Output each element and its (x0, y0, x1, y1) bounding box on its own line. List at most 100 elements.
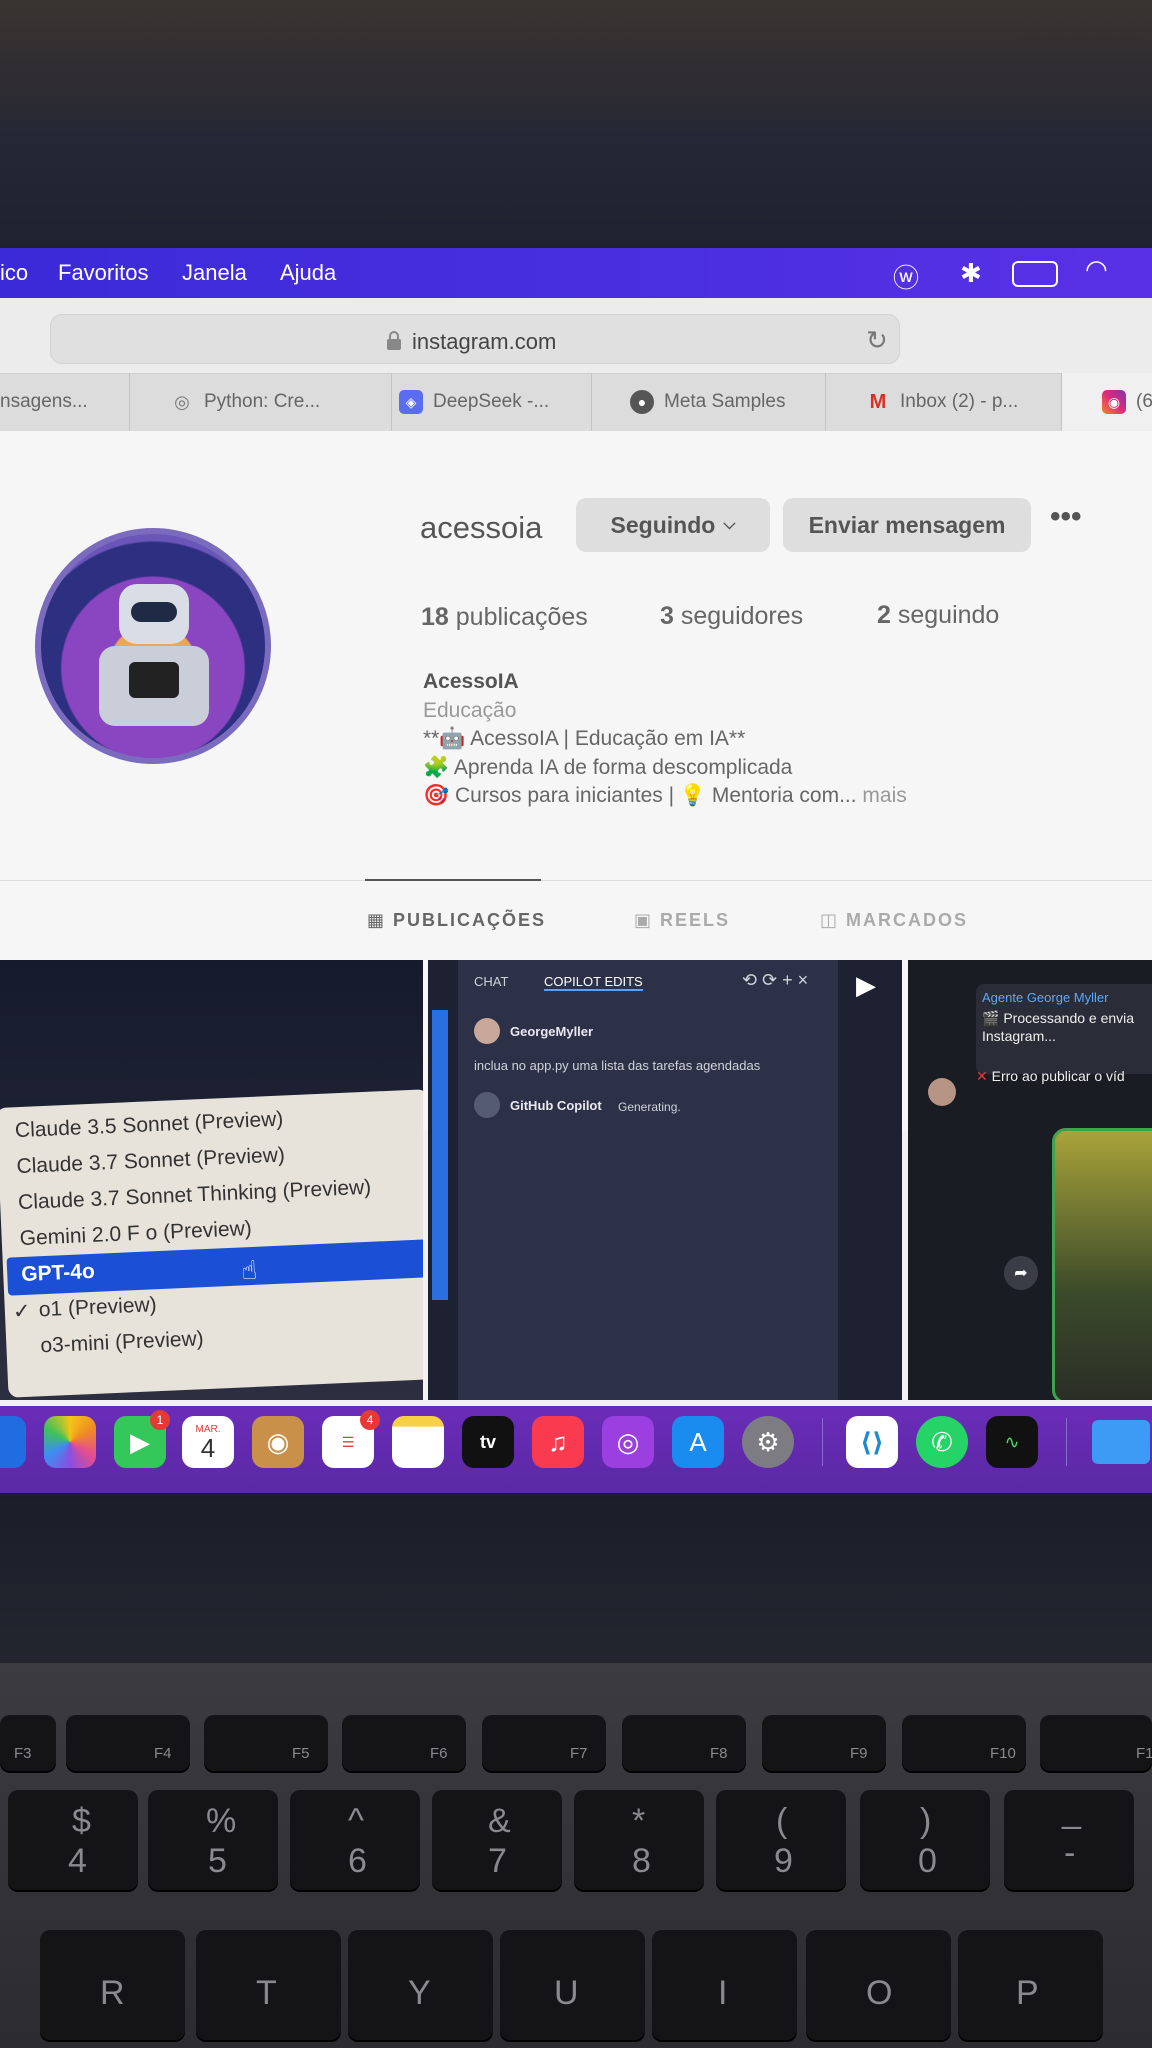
key-legend: 0 (918, 1842, 937, 1880)
key-p[interactable]: P (958, 1930, 1103, 2040)
key-f7[interactable]: F7 (482, 1715, 606, 1771)
key-legend: F6 (430, 1745, 448, 1762)
agent-processing-text-2: Instagram... (982, 1028, 1056, 1044)
folder-icon[interactable] (1092, 1420, 1150, 1464)
key-f4[interactable]: F4 (66, 1715, 190, 1771)
key-legend: Y (408, 1974, 431, 2012)
battery-icon[interactable] (1012, 261, 1058, 287)
tab-mensagens[interactable]: nsagens... (0, 373, 130, 431)
copilot-tab-chat: CHAT (474, 974, 509, 989)
more-options-icon[interactable]: ••• (1050, 500, 1082, 534)
tab-inbox[interactable]: M Inbox (2) - p... (826, 373, 1062, 431)
dock-separator (1066, 1418, 1067, 1466)
dropdown-item-selected: GPT-4o (20, 1259, 96, 1287)
key-0[interactable]: ) 0 (860, 1790, 990, 1890)
vscode-icon[interactable]: ⟨⟩ (846, 1416, 898, 1468)
key-t[interactable]: T (196, 1930, 341, 2040)
key-legend: % (206, 1802, 237, 1840)
post-thumbnail-2[interactable]: CHAT COPILOT EDITS ⟲ ⟳ + × GeorgeMyller … (428, 960, 902, 1400)
facetime-badge: 1 (150, 1410, 170, 1430)
tab-instagram[interactable]: ◉ (6 (1062, 373, 1152, 431)
bio-line-3: 🎯 Cursos para iniciantes | 💡 Mentoria co… (423, 784, 907, 808)
tab-python[interactable]: ◎ Python: Cre... (130, 373, 392, 431)
key-legend: 4 (68, 1842, 87, 1880)
key-f10[interactable]: F10 (902, 1715, 1026, 1771)
tab-marcados[interactable]: ◫ MARCADOS (820, 910, 968, 931)
key-legend: F1 (1136, 1745, 1152, 1762)
settings-icon[interactable]: ⚙ (742, 1416, 794, 1468)
following-button[interactable]: Seguindo ⌵ (576, 498, 770, 552)
send-message-button[interactable]: Enviar mensagem (783, 498, 1031, 552)
key-legend: I (718, 1974, 728, 2012)
menu-item-janela[interactable]: Janela (182, 260, 247, 286)
key-6[interactable]: ^ 6 (290, 1790, 420, 1890)
key-legend: F3 (14, 1745, 32, 1762)
menu-item-favoritos[interactable]: Favoritos (58, 260, 148, 286)
tab-label: Inbox (2) - p... (900, 391, 1019, 412)
tab-deepseek[interactable]: ◈ DeepSeek -... (392, 373, 592, 431)
key-f5[interactable]: F5 (204, 1715, 328, 1771)
key-legend: 6 (348, 1842, 367, 1880)
key-legend: $ (72, 1802, 91, 1840)
macos-menu-bar: ico Favoritos Janela Ajuda ⓦ ✱ ◠ (0, 248, 1152, 298)
key-u[interactable]: U (500, 1930, 645, 2040)
photos-icon[interactable] (44, 1416, 96, 1468)
key-f3[interactable]: F3 (0, 1715, 56, 1771)
key-9[interactable]: (9 (716, 1790, 846, 1890)
reload-icon[interactable]: ↻ (866, 325, 888, 356)
key-y[interactable]: Y (348, 1930, 493, 2040)
user-avatar (474, 1018, 500, 1044)
tab-label: DeepSeek -... (433, 391, 550, 412)
whatsapp-icon[interactable]: ✆ (916, 1416, 968, 1468)
key-legend: T (256, 1974, 277, 2012)
followers-stat[interactable]: 3 seguidores (660, 602, 803, 631)
tab-reels[interactable]: ▣ REELS (634, 910, 730, 931)
music-icon[interactable]: ♫ (532, 1416, 584, 1468)
profile-avatar[interactable] (35, 528, 271, 764)
hand-cursor-icon: ☝ (240, 1254, 258, 1286)
key-legend: & (488, 1802, 511, 1840)
notes-icon[interactable] (392, 1416, 444, 1468)
app-store-icon[interactable]: A (672, 1416, 724, 1468)
menu-item-historico[interactable]: ico (0, 260, 28, 286)
key-legend: * (632, 1802, 646, 1840)
tab-label: Python: Cre... (204, 391, 321, 412)
menu-item-ajuda[interactable]: Ajuda (280, 260, 336, 286)
tagged-icon: ◫ (820, 910, 840, 930)
key-f9[interactable]: F9 (762, 1715, 886, 1771)
key-f8[interactable]: F8 (622, 1715, 746, 1771)
contacts-icon[interactable]: ◉ (252, 1416, 304, 1468)
reel-icon: ▶ (856, 970, 876, 1000)
bluetooth-icon[interactable]: ✱ (960, 258, 982, 289)
key-legend: 5 (208, 1842, 227, 1880)
podcasts-icon[interactable]: ◎ (602, 1416, 654, 1468)
key-4[interactable]: $4 (8, 1790, 138, 1890)
key-r[interactable]: R (40, 1930, 185, 2040)
following-stat[interactable]: 2 seguindo (877, 601, 999, 630)
key-legend: - (1064, 1834, 1076, 1872)
bio-more-link[interactable]: mais (862, 784, 906, 807)
apple-tv-icon[interactable]: tv (462, 1416, 514, 1468)
tab-publicacoes[interactable]: ▦ PUBLICAÇÕES (367, 910, 546, 931)
post-thumbnail-1[interactable]: Claude 3.5 Sonnet (Preview) Claude 3.7 S… (0, 960, 423, 1400)
key-8[interactable]: * 8 (574, 1790, 704, 1890)
key-f11[interactable]: F1 (1040, 1715, 1152, 1771)
tab-meta-samples[interactable]: ● Meta Samples (592, 373, 826, 431)
wacom-icon[interactable]: ⓦ (893, 258, 919, 295)
key-5[interactable]: % 5 (148, 1790, 278, 1890)
key-minus[interactable]: _ - (1004, 1790, 1134, 1890)
key-i[interactable]: I (652, 1930, 797, 2040)
following-button-label: Seguindo (610, 511, 716, 538)
posts-stat[interactable]: 18 publicações (421, 603, 588, 632)
calendar-icon[interactable]: MAR. 4 (182, 1416, 234, 1468)
activity-monitor-icon[interactable]: ∿ (986, 1416, 1038, 1468)
key-f6[interactable]: F6 (342, 1715, 466, 1771)
send-message-label: Enviar mensagem (808, 511, 1006, 538)
post-thumbnail-3[interactable]: Agente George Myller 🎬 Processando e env… (908, 960, 1152, 1400)
key-legend: ) (920, 1802, 932, 1840)
tab-label: nsagens... (0, 391, 88, 412)
wifi-icon[interactable]: ◠ (1085, 254, 1108, 285)
key-7[interactable]: & 7 (432, 1790, 562, 1890)
key-o[interactable]: O (806, 1930, 951, 2040)
maps-icon[interactable] (0, 1416, 26, 1468)
